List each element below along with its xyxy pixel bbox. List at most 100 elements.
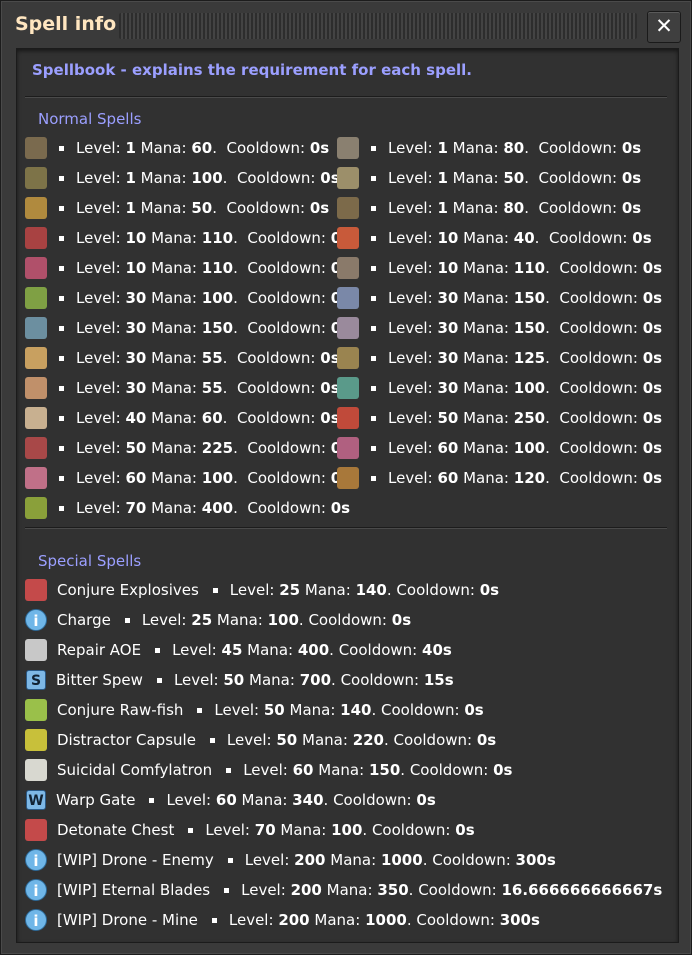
spell-level: 50: [276, 731, 298, 749]
bullet: [124, 617, 130, 623]
mana-label: Mana:: [151, 289, 197, 307]
spell-row: Level: 10 Mana: 110. Cooldown: 0s: [25, 255, 350, 281]
level-label: Level:: [388, 259, 433, 277]
letter-w-icon: W: [26, 790, 46, 810]
spell-mana: 55: [201, 349, 223, 367]
mana-label: Mana:: [151, 229, 197, 247]
spell-level: 50: [223, 671, 245, 689]
spell-level: 1: [437, 199, 448, 217]
gun-turret-icon: [337, 227, 359, 249]
level-label: Level:: [76, 169, 121, 187]
spell-row: Level: 10 Mana: 40. Cooldown: 0s: [337, 225, 652, 251]
mana-label: Mana:: [463, 439, 509, 457]
spell-level: 200: [290, 881, 322, 899]
bullet: [59, 475, 64, 481]
red-rocket-icon: [337, 407, 359, 429]
spell-row: Level: 60 Mana: 100. Cooldown: 0s: [25, 465, 350, 491]
spell-cooldown: 0s: [330, 499, 351, 517]
level-label: Level:: [76, 229, 121, 247]
spell-cooldown: 0s: [493, 761, 513, 779]
bullet: [149, 797, 155, 803]
mana-label: Mana:: [463, 229, 509, 247]
spell-level: 1: [125, 169, 136, 187]
spell-row: Level: 30 Mana: 55. Cooldown: 0s: [25, 345, 340, 371]
spell-mana: 100: [331, 821, 363, 839]
spell-cooldown: 0s: [621, 199, 642, 217]
spell-mana: 55: [201, 379, 223, 397]
cooldown-label: Cooldown:: [236, 379, 316, 397]
mana-label: Mana:: [463, 349, 509, 367]
spell-row: Level: 30 Mana: 100. Cooldown: 0s: [25, 285, 350, 311]
level-label: Level:: [76, 499, 121, 517]
spell-row: Level: 10 Mana: 110. Cooldown: 0s: [25, 225, 350, 251]
spell-level: 25: [279, 581, 301, 599]
spell-mana: 60: [191, 139, 213, 157]
intro-text: Spellbook - explains the requirement for…: [32, 61, 472, 79]
bullet: [59, 355, 64, 361]
spell-row: Level: 30 Mana: 125. Cooldown: 0s: [337, 345, 662, 371]
spell-row: Level: 70 Mana: 400. Cooldown: 0s: [25, 495, 350, 521]
bullet: [59, 505, 64, 511]
spell-name: Conjure Raw-fish: [57, 701, 184, 719]
mana-label: Mana:: [151, 499, 197, 517]
atomic-bomb-icon: [25, 497, 47, 519]
tree-icon: [25, 287, 47, 309]
info-icon: i: [25, 909, 47, 931]
level-label: Level:: [76, 199, 121, 217]
cooldown-label: Cooldown:: [538, 199, 618, 217]
mana-label: Mana:: [151, 409, 197, 427]
spell-info-window: Spell info ✕ Spellbook - explains the re…: [0, 0, 692, 955]
bullet: [371, 445, 376, 451]
spell-level: 30: [437, 319, 459, 337]
spell-level: 30: [125, 319, 147, 337]
cooldown-label: Cooldown:: [247, 259, 326, 277]
bullet: [59, 415, 64, 421]
mana-label: Mana:: [289, 701, 336, 719]
cooldown-label: Cooldown:: [559, 349, 638, 367]
special-spell-row: i [WIP] Drone - Enemy Level: 200 Mana: 100…: [25, 847, 556, 873]
spell-cooldown: 0s: [642, 349, 663, 367]
drag-handle[interactable]: [119, 13, 637, 39]
level-label: Level:: [388, 349, 433, 367]
spell-mana: 100: [267, 611, 299, 629]
stone-furnace-icon: [25, 137, 47, 159]
distractor-capsule-icon: [25, 729, 47, 751]
level-label: Level:: [214, 701, 260, 719]
level-label: Level:: [388, 169, 433, 187]
spell-mana: 225: [201, 439, 234, 457]
close-button[interactable]: ✕: [647, 11, 681, 43]
level-label: Level:: [76, 469, 121, 487]
mana-label: Mana:: [314, 911, 361, 929]
grenade-icon: [25, 167, 47, 189]
spell-row: Level: 30 Mana: 150. Cooldown: 0s: [337, 315, 662, 341]
spell-mana: 100: [513, 439, 546, 457]
spell-cooldown: 0s: [642, 259, 663, 277]
level-label: Level:: [76, 409, 121, 427]
spell-name: Warp Gate: [56, 791, 136, 809]
bullet: [371, 145, 376, 151]
spell-cooldown: 0s: [642, 439, 663, 457]
close-icon: ✕: [655, 14, 673, 38]
spell-mana: 140: [340, 701, 372, 719]
level-label: Level:: [226, 731, 272, 749]
spell-mana: 400: [201, 499, 234, 517]
cooldown-label: Cooldown:: [247, 229, 326, 247]
medium-biter-icon: [25, 377, 47, 399]
bullet: [59, 325, 64, 331]
bullet: [371, 295, 376, 301]
spell-mana: 150: [201, 319, 234, 337]
cooldown-label: Cooldown:: [338, 641, 418, 659]
special-spell-row: S Bitter Spew Level: 50 Mana: 700. Cooldow…: [25, 667, 454, 693]
rocket-icon: [337, 347, 359, 369]
spell-mana: 40: [513, 229, 535, 247]
spell-level: 60: [215, 791, 237, 809]
spell-mana: 50: [503, 169, 525, 187]
bullet: [156, 677, 162, 683]
cooldown-label: Cooldown:: [308, 611, 387, 629]
mana-label: Mana:: [452, 169, 499, 187]
cooldown-label: Cooldown:: [416, 911, 495, 929]
behemoth-biter-icon: [25, 437, 47, 459]
walls-icon: [337, 137, 359, 159]
spell-level: 50: [437, 409, 459, 427]
spellbook-panel: Spellbook - explains the requirement for…: [16, 48, 679, 943]
